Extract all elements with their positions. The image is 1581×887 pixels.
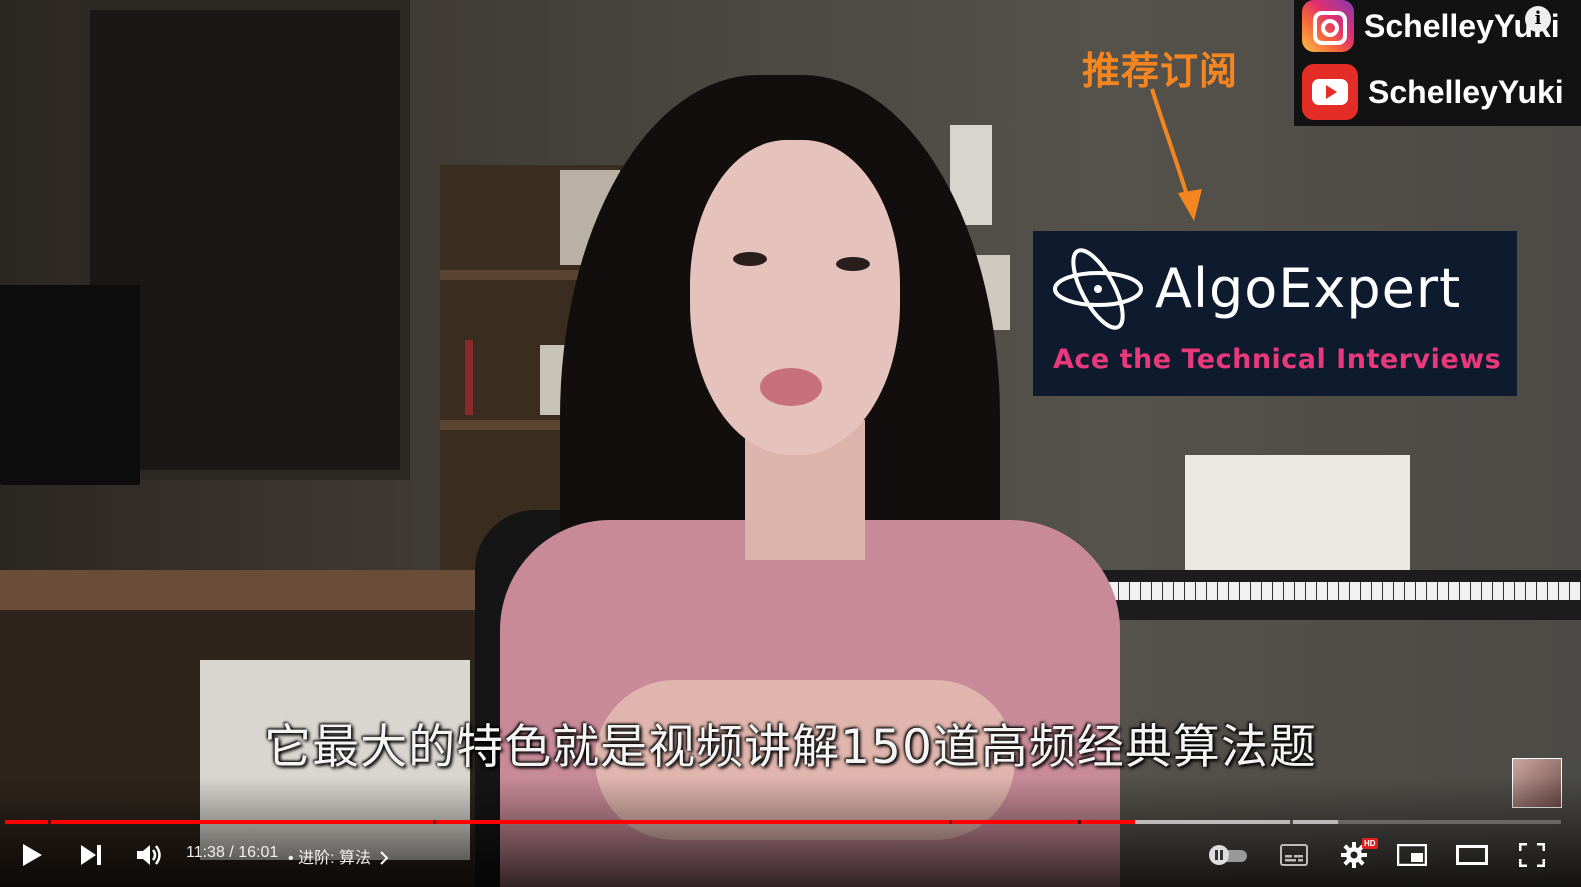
subtitles-button[interactable] bbox=[1276, 832, 1312, 878]
chapter-gap bbox=[48, 820, 51, 824]
time-separator: / bbox=[224, 844, 239, 861]
algoexpert-ad-card: AlgoExpert Ace the Technical Interviews bbox=[1033, 231, 1517, 396]
next-icon bbox=[81, 845, 101, 865]
controls-bar: 11:38 / 16:01 • 进阶: 算法 HD bbox=[0, 832, 1581, 880]
youtube-row: SchelleyYuki bbox=[1302, 64, 1564, 120]
arrow-icon bbox=[1150, 88, 1202, 221]
person-eye bbox=[836, 257, 870, 271]
instagram-icon bbox=[1302, 0, 1354, 52]
chevron-right-icon bbox=[380, 851, 389, 865]
theater-mode-icon bbox=[1456, 845, 1488, 865]
ad-tagline: Ace the Technical Interviews bbox=[1053, 344, 1502, 375]
subtitles-icon bbox=[1280, 844, 1308, 866]
atom-logo-icon bbox=[1053, 248, 1143, 330]
next-button[interactable] bbox=[74, 832, 108, 878]
person-lips bbox=[760, 368, 822, 406]
progress-played bbox=[5, 820, 1135, 824]
chapter-gap bbox=[1078, 820, 1081, 824]
chapter-gap bbox=[949, 820, 952, 824]
desk bbox=[0, 570, 490, 610]
youtube-handle: SchelleyYuki bbox=[1368, 73, 1564, 110]
info-card-icon[interactable]: i bbox=[1525, 6, 1551, 32]
person-eye bbox=[733, 252, 767, 266]
volume-icon bbox=[137, 845, 161, 865]
theater-mode-button[interactable] bbox=[1453, 832, 1491, 878]
chapter-gap bbox=[433, 820, 436, 824]
subtitle-caption: 它最大的特色就是视频讲解150道高频经典算法题 bbox=[264, 720, 1317, 775]
piano-keys bbox=[1075, 582, 1581, 600]
volume-button[interactable] bbox=[132, 832, 166, 878]
autoplay-toggle[interactable] bbox=[1205, 832, 1251, 878]
sheet-music bbox=[1185, 455, 1410, 585]
autoplay-toggle-icon bbox=[1209, 845, 1247, 865]
hd-badge: HD bbox=[1362, 838, 1378, 849]
chapter-gap bbox=[1290, 820, 1293, 824]
chapter-bullet: • bbox=[288, 850, 294, 867]
duration: 16:01 bbox=[238, 844, 279, 861]
chapter-button[interactable]: • 进阶: 算法 bbox=[288, 844, 389, 868]
play-icon bbox=[23, 844, 42, 866]
monitor bbox=[0, 285, 140, 485]
book bbox=[465, 340, 473, 415]
instagram-row: SchelleyYuki bbox=[1302, 0, 1560, 52]
play-button[interactable] bbox=[14, 832, 50, 878]
person-face bbox=[690, 140, 900, 455]
miniplayer-button[interactable] bbox=[1394, 832, 1430, 878]
current-time: 11:38 bbox=[186, 844, 225, 861]
time-display: 11:38 / 16:01 bbox=[186, 844, 278, 862]
youtube-icon bbox=[1302, 64, 1358, 120]
miniplayer-icon bbox=[1397, 844, 1427, 866]
fullscreen-button[interactable] bbox=[1514, 832, 1550, 878]
progress-bar[interactable] bbox=[5, 820, 1561, 824]
video-player[interactable]: 推荐订阅 SchelleyYuki SchelleyYuki i AlgoExp… bbox=[0, 0, 1581, 887]
chapter-title: 进阶: 算法 bbox=[298, 850, 371, 867]
fullscreen-icon bbox=[1519, 843, 1545, 867]
ad-brand-name: AlgoExpert bbox=[1155, 257, 1462, 320]
